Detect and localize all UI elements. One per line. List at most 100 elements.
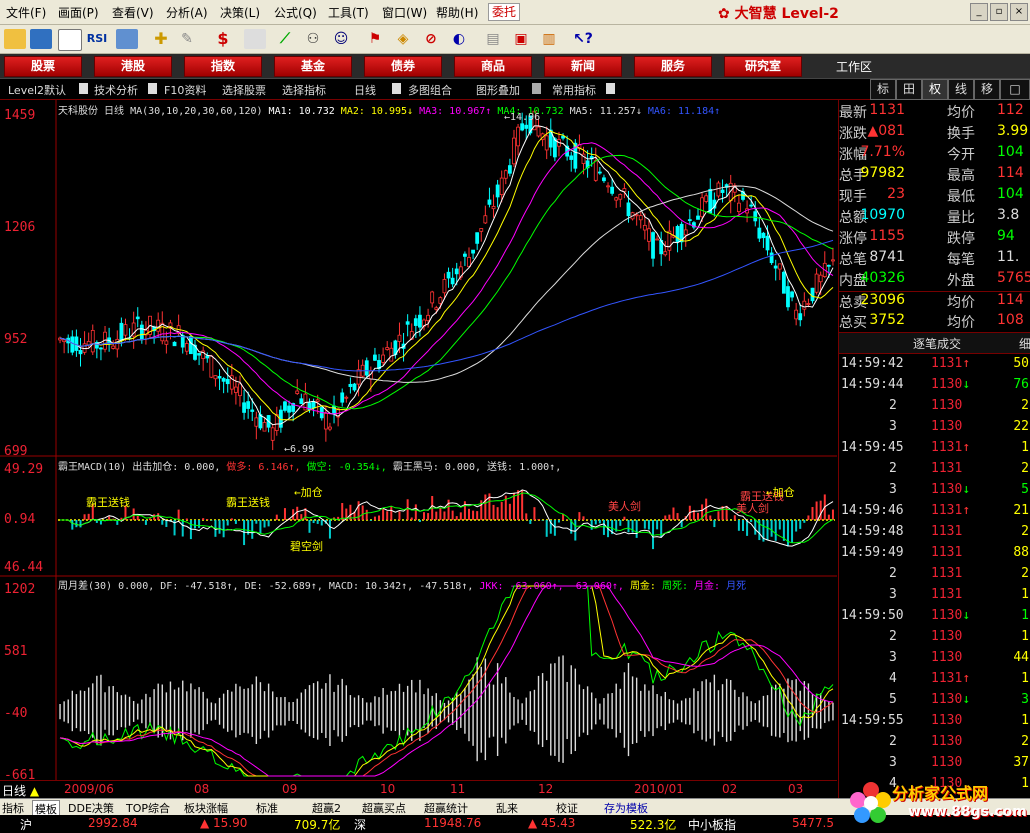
menu-formula[interactable]: 公式(Q) xyxy=(274,4,317,21)
menu-analysis[interactable]: 分析(A) xyxy=(166,4,208,21)
quote-row: 总手 97982 最高 114 xyxy=(839,165,1030,186)
btab-luanlai[interactable]: 乱来 xyxy=(496,800,518,816)
subtab-select-indicator[interactable]: 选择指标 xyxy=(282,82,326,98)
chart-area[interactable]: 天科股份 日线 MA(30,10,20,30,60,120) MA1: 10.7… xyxy=(0,100,837,783)
subtab-level2-default[interactable]: Level2默认 xyxy=(8,82,66,98)
btab-dde[interactable]: DDE决策 xyxy=(68,800,114,816)
table-icon[interactable] xyxy=(116,29,138,49)
candle-body xyxy=(552,138,557,158)
menu-decision[interactable]: 决策(L) xyxy=(220,4,260,21)
subtab-select-stock[interactable]: 选择股票 xyxy=(222,82,266,98)
rtab-xian[interactable]: 线 xyxy=(948,79,974,100)
lock-icon[interactable] xyxy=(532,83,541,94)
ma-line xyxy=(59,239,834,372)
btab-chaoying-buy[interactable]: 超赢买点 xyxy=(362,800,406,816)
btab-indicator[interactable]: 指标 xyxy=(2,800,24,816)
index-bar-item: 沪 xyxy=(20,818,33,832)
restore-icon[interactable]: ▫ xyxy=(990,3,1008,21)
rtab-quan[interactable]: 权 xyxy=(922,79,948,100)
tick-price: 1130 xyxy=(931,713,963,728)
candle-body xyxy=(512,137,516,165)
subtab-common-indicators[interactable]: 常用指标 xyxy=(552,82,596,98)
globe-icon[interactable]: ◐ xyxy=(448,29,470,49)
btab-chaoying2[interactable]: 超赢2 xyxy=(312,800,341,816)
nav-research[interactable]: 研究室 xyxy=(724,56,802,77)
tick-time: 3 xyxy=(889,419,897,434)
quote-row: 总卖 23096 均价 114 xyxy=(839,291,1030,313)
btab-save-template[interactable]: 存为模板 xyxy=(604,800,648,816)
dropdown-icon[interactable] xyxy=(392,83,401,94)
diamond-icon[interactable]: ◈ xyxy=(392,29,414,49)
candle-body xyxy=(139,324,144,340)
no-entry-icon[interactable]: ⊘ xyxy=(420,29,442,49)
menu-view-screen[interactable]: 画面(P) xyxy=(58,4,99,21)
menu-view[interactable]: 查看(V) xyxy=(112,4,154,21)
minimize-icon[interactable]: _ xyxy=(970,3,988,21)
kline-chart[interactable] xyxy=(0,100,837,780)
ticks-header[interactable]: 逐笔成交 xyxy=(913,335,961,352)
nav-commodities[interactable]: 商品 xyxy=(454,56,532,77)
menu-help[interactable]: 帮助(H) xyxy=(436,4,478,21)
btab-top[interactable]: TOP综合 xyxy=(126,800,170,816)
nav-news[interactable]: 新闻 xyxy=(544,56,622,77)
subtab-overlay[interactable]: 图形叠加 xyxy=(476,82,520,98)
close-icon[interactable]: × xyxy=(1010,3,1028,21)
dollar-icon[interactable]: $ xyxy=(212,29,234,49)
folder-icon[interactable] xyxy=(4,29,26,49)
people-icon[interactable]: ☺ xyxy=(330,29,352,49)
ticks-detail-tab[interactable]: 细 xyxy=(1019,335,1030,352)
menu-window[interactable]: 窗口(W) xyxy=(382,4,427,21)
btab-sector[interactable]: 板块涨幅 xyxy=(184,800,228,816)
nav-hk-stocks[interactable]: 港股 xyxy=(94,56,172,77)
dropdown-icon[interactable] xyxy=(79,83,88,94)
toolbar: RSI ✚ ✎ $ ⟋ ⚇ ☺ ⚑ ◈ ⊘ ◐ ▤ ▣ ▥ ↖? xyxy=(0,25,1030,54)
stock-title: 天科股份 日线 xyxy=(58,106,125,117)
tape-icon[interactable] xyxy=(244,29,266,49)
binoculars-icon[interactable]: ⚇ xyxy=(302,29,324,49)
ruler-icon[interactable]: ✎ xyxy=(176,29,198,49)
dropdown-icon[interactable] xyxy=(606,83,615,94)
kline-icon[interactable] xyxy=(30,29,52,49)
subtab-technical[interactable]: 技术分析 xyxy=(94,82,138,98)
candle-body xyxy=(434,307,439,310)
tick-time: 14:59:46 xyxy=(841,503,904,518)
chart-line-icon[interactable]: ⟋ xyxy=(274,29,296,49)
rsi-icon[interactable]: RSI xyxy=(86,29,108,49)
rtab-yi[interactable]: 移 xyxy=(974,79,1000,100)
btab-standard[interactable]: 标准 xyxy=(256,800,278,816)
nav-index[interactable]: 指数 xyxy=(184,56,262,77)
subtab-f10[interactable]: F10资料 xyxy=(164,82,206,98)
quote-row: 内盘 40326 外盘 5765 xyxy=(839,270,1030,291)
window-icon[interactable]: ▣ xyxy=(510,29,532,49)
btab-chaoying-stats[interactable]: 超赢统计 xyxy=(424,800,468,816)
clipboard-icon[interactable]: ▤ xyxy=(482,29,504,49)
tick-row: 14:59:44 1130↓ 76 xyxy=(839,377,1030,398)
grid-icon[interactable] xyxy=(58,29,82,51)
candle-body xyxy=(814,273,819,293)
up-triangle-icon[interactable]: ▲ xyxy=(26,784,39,798)
tick-price: 1131↑ xyxy=(931,440,971,455)
help-cursor-icon[interactable]: ↖? xyxy=(572,29,594,49)
crosshair-icon[interactable]: ✚ xyxy=(150,29,172,49)
nav-bonds[interactable]: 债券 xyxy=(364,56,442,77)
menu-tools[interactable]: 工具(T) xyxy=(328,4,369,21)
dropdown-icon[interactable] xyxy=(148,83,157,94)
btab-jiaozheng[interactable]: 校证 xyxy=(556,800,578,816)
nav-funds[interactable]: 基金 xyxy=(274,56,352,77)
candle-body xyxy=(352,383,357,391)
workspace-label[interactable]: 工作区 xyxy=(836,58,872,75)
rtab-biao[interactable]: 标 xyxy=(870,79,896,100)
nav-services[interactable]: 服务 xyxy=(634,56,712,77)
candle-body xyxy=(618,193,623,200)
subtab-daily[interactable]: 日线 xyxy=(354,82,376,98)
rtab-grid[interactable]: 田 xyxy=(896,79,922,100)
rtab-box[interactable]: □ xyxy=(1000,79,1030,100)
weituo-button[interactable]: 委托 xyxy=(488,3,521,21)
tick-time: 3 xyxy=(889,587,897,602)
nav-stocks[interactable]: 股票 xyxy=(4,56,82,77)
flag-icon[interactable]: ⚑ xyxy=(364,29,386,49)
menu-file[interactable]: 文件(F) xyxy=(6,4,46,21)
subtab-multi-chart[interactable]: 多图组合 xyxy=(408,82,452,98)
books-icon[interactable]: ▥ xyxy=(538,29,560,49)
zcy_legend-value: 周金: xyxy=(629,581,662,592)
